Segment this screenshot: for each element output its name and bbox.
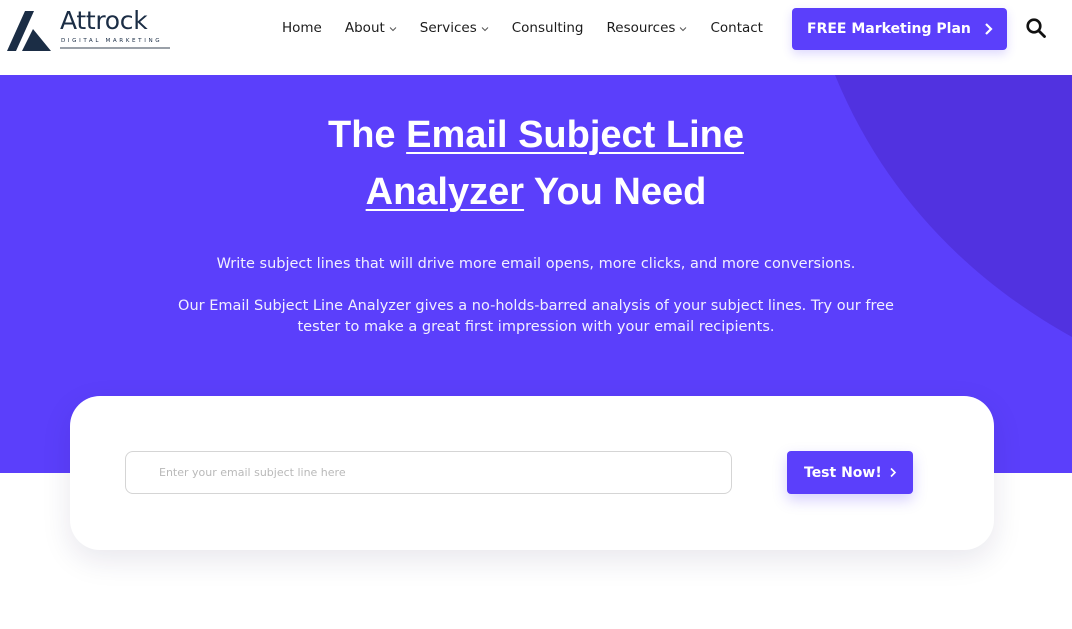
nav-item-label: Contact (710, 20, 763, 36)
main-nav: Home About Services Consulting Resources… (282, 18, 763, 38)
chevron-down-icon (389, 26, 397, 31)
nav-item-label: Consulting (511, 20, 584, 36)
analyzer-card: Test Now! (70, 396, 994, 550)
site-header: Attrock DIGITAL MARKETING Home About Ser… (0, 0, 1072, 75)
title-text: The (328, 114, 407, 156)
nav-item-about[interactable]: About (345, 20, 397, 36)
title-link-email-subject-line[interactable]: Email Subject Line (406, 114, 744, 156)
hero-subtitle: Write subject lines that will drive more… (216, 256, 856, 272)
logo-divider (60, 47, 170, 49)
nav-item-label: About (344, 20, 385, 36)
chevron-right-icon (890, 467, 897, 478)
chevron-down-icon (680, 26, 687, 31)
nav-item-resources[interactable]: Resources (607, 20, 688, 36)
hero-description: Our Email Subject Line Analyzer gives a … (178, 298, 894, 335)
cta-label: FREE Marketing Plan (807, 21, 971, 37)
nav-item-label: Home (282, 20, 322, 36)
brand-logo[interactable]: Attrock DIGITAL MARKETING (7, 6, 177, 54)
title-link-analyzer[interactable]: Analyzer (366, 171, 524, 213)
brand-name: Attrock (60, 6, 148, 35)
free-marketing-plan-button[interactable]: FREE Marketing Plan (792, 8, 1007, 50)
nav-item-services[interactable]: Services (420, 20, 489, 36)
nav-item-label: Resources (606, 20, 676, 36)
subject-line-input[interactable] (125, 451, 732, 494)
test-now-button[interactable]: Test Now! (787, 451, 913, 494)
search-icon[interactable] (1025, 17, 1047, 39)
nav-item-label: Services (419, 20, 477, 36)
title-text: You Need (524, 171, 707, 213)
brand-tagline: DIGITAL MARKETING (61, 38, 163, 44)
test-now-label: Test Now! (804, 464, 882, 481)
page-title: The Email Subject Line Analyzer You Need (0, 107, 1072, 221)
chevron-down-icon (481, 26, 489, 31)
nav-item-home[interactable]: Home (282, 20, 322, 36)
attrock-logo-icon (7, 11, 51, 51)
chevron-right-icon (985, 23, 993, 35)
nav-item-contact[interactable]: Contact (710, 20, 763, 36)
nav-item-consulting[interactable]: Consulting (512, 20, 584, 36)
